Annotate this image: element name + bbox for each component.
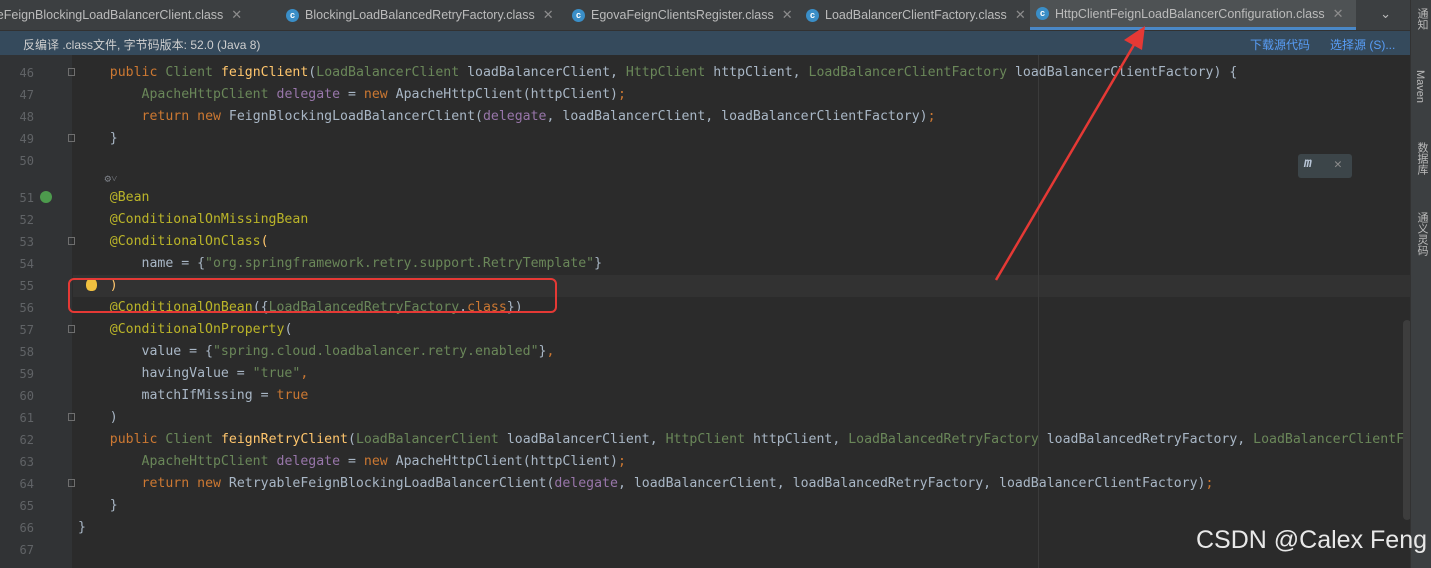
- arrow-shaft: [994, 37, 1140, 281]
- watermark: CSDN @Calex Feng: [1196, 526, 1428, 554]
- annotation-arrow: [994, 26, 1145, 281]
